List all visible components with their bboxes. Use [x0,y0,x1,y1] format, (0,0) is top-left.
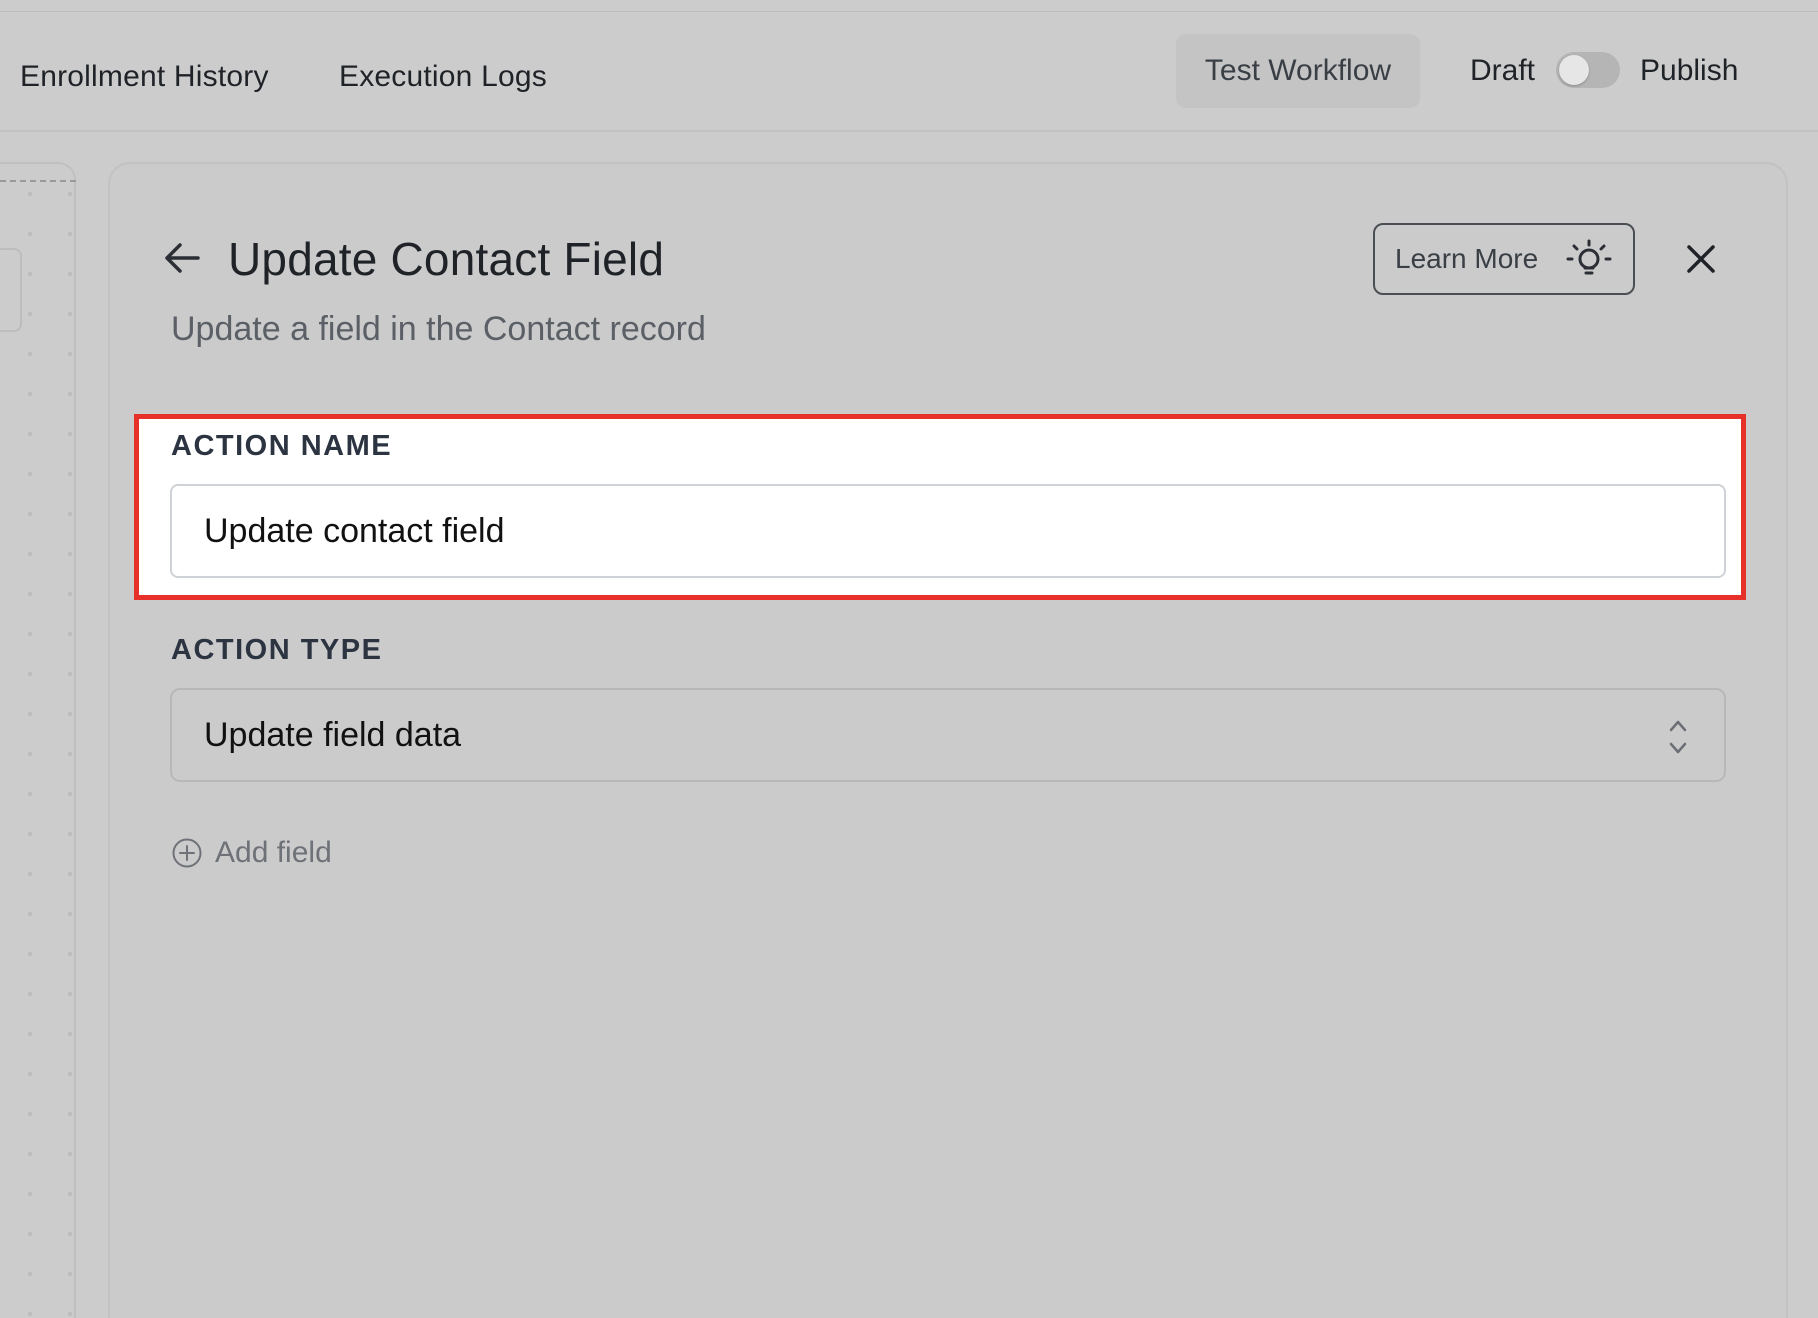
chevrons-up-down-icon [1669,720,1687,754]
tab-execution-logs[interactable]: Execution Logs [339,60,547,94]
workflow-topbar: Enrollment History Execution Logs Test W… [0,12,1818,132]
action-type-select[interactable]: Update field data [170,688,1726,782]
panel-title: Update Contact Field [228,233,665,285]
toggle-knob [1559,55,1589,85]
action-name-input[interactable]: Update contact field [170,484,1726,578]
publish-label: Publish [1640,54,1739,87]
add-field-label: Add field [215,836,332,869]
test-workflow-button[interactable]: Test Workflow [1176,34,1420,108]
action-type-label: ACTION TYPE [171,634,383,666]
publish-toggle[interactable] [1556,52,1620,88]
learn-more-button[interactable]: Learn More [1373,223,1635,295]
canvas-node[interactable] [0,248,22,332]
back-arrow-icon[interactable] [160,236,204,280]
lightbulb-icon [1566,239,1612,275]
draft-label: Draft [1470,54,1536,87]
top-border [0,0,1818,12]
close-icon[interactable] [1684,242,1718,276]
tab-enrollment-history[interactable]: Enrollment History [20,60,269,94]
panel-subtitle: Update a field in the Contact record [171,310,706,348]
plus-circle-icon [172,838,202,868]
workflow-canvas-strip[interactable] [0,162,76,1318]
learn-more-label: Learn More [1395,243,1539,274]
action-type-value: Update field data [204,715,462,754]
canvas-connector-line [0,180,76,182]
action-name-label: ACTION NAME [171,430,393,462]
add-field-button[interactable]: Add field [171,836,332,870]
